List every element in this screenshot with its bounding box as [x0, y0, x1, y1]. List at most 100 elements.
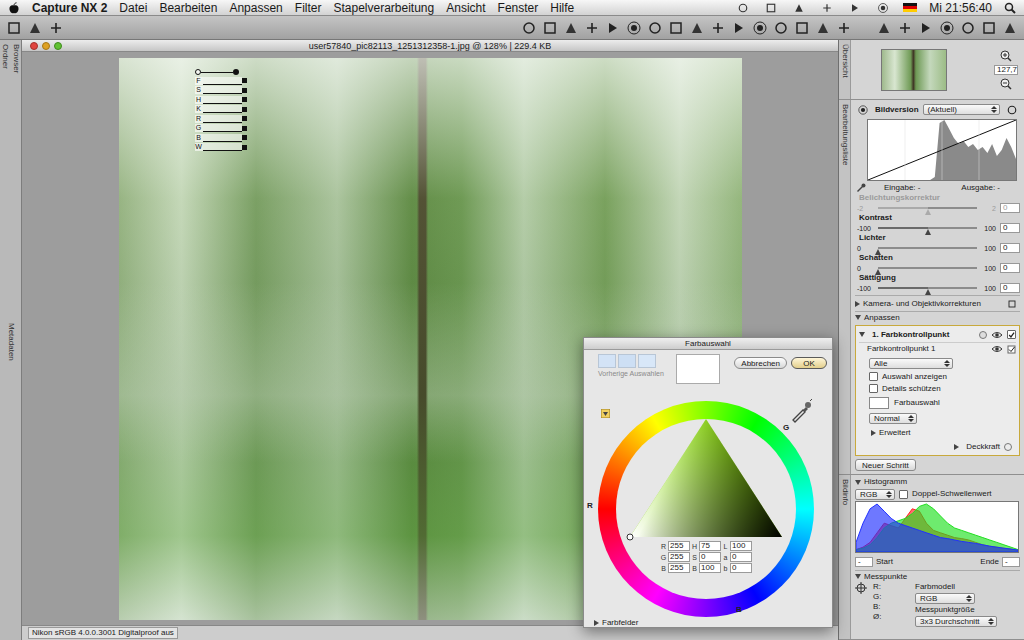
histogram-header[interactable]: Histogramm	[855, 476, 1020, 488]
color-value-field[interactable]: 255	[668, 563, 690, 573]
neutral-point-icon[interactable]	[731, 20, 747, 36]
color-control-point[interactable]: FSHKRGBW	[195, 68, 247, 152]
eraser-icon[interactable]	[1002, 20, 1018, 36]
color-value-field[interactable]: 255	[668, 541, 690, 551]
mode-dropdown[interactable]: Alle	[869, 358, 953, 369]
zoom-field[interactable]: 127,7	[994, 65, 1018, 75]
apple-icon[interactable]	[8, 2, 20, 14]
color-value-field[interactable]: 255	[668, 552, 690, 562]
white-point-icon[interactable]	[710, 20, 726, 36]
retouch-icon[interactable]	[794, 20, 810, 36]
menu-item[interactable]: Bearbeiten	[159, 1, 217, 15]
double-threshold-label[interactable]: Doppel-Schwellenwert	[912, 489, 992, 499]
marquee-icon[interactable]	[939, 20, 955, 36]
slider-value-field[interactable]: 0	[1000, 243, 1020, 253]
control-point-slider[interactable]: H	[195, 95, 247, 105]
slider-value-field[interactable]: 0	[1000, 263, 1020, 273]
end-field[interactable]: -	[1002, 557, 1020, 567]
black-point-icon[interactable]	[689, 20, 705, 36]
slider-track[interactable]	[878, 263, 977, 273]
adjust-section-header[interactable]: Anpassen	[855, 311, 1020, 323]
slider-handle[interactable]	[242, 116, 247, 121]
minimize-button[interactable]	[42, 42, 50, 50]
crop-icon[interactable]	[626, 20, 642, 36]
control-point-slider[interactable]: F	[195, 76, 247, 86]
slider-value-field[interactable]: 0	[1000, 223, 1020, 233]
zoom-icon[interactable]	[563, 20, 579, 36]
slider-handle[interactable]	[242, 145, 247, 150]
clock[interactable]: Mi 21:56:40	[929, 1, 992, 15]
slider-thumb[interactable]	[925, 229, 931, 235]
menu-item[interactable]: Ansicht	[446, 1, 485, 15]
lasso-icon[interactable]	[918, 20, 934, 36]
color-value-field[interactable]: 0	[699, 552, 721, 562]
checkbox[interactable]	[869, 372, 878, 381]
close-button[interactable]	[30, 42, 38, 50]
slider-handle[interactable]	[242, 88, 247, 93]
control-point-slider[interactable]: G	[195, 124, 247, 134]
menu-item[interactable]: Filter	[295, 1, 322, 15]
workspace-icon[interactable]	[6, 20, 22, 36]
curve-eyedropper-icon[interactable]	[855, 182, 866, 193]
step-visibility-icon[interactable]	[991, 330, 1003, 340]
size-dropdown[interactable]: 3x3 Durchschnitt	[915, 616, 997, 627]
control-point-slider[interactable]: W	[195, 143, 247, 153]
zoom-out-icon[interactable]	[1000, 78, 1012, 90]
slider-handle[interactable]	[242, 135, 247, 140]
panel-tab[interactable]: Übersicht	[840, 44, 850, 99]
side-tab[interactable]: Ordner	[0, 44, 10, 69]
control-point-item[interactable]: Farbkontrollpunkt 1	[867, 344, 935, 354]
auto-retouch-icon[interactable]	[815, 20, 831, 36]
opacity-icon[interactable]	[1004, 443, 1012, 451]
panel-tab[interactable]: Bildinfo	[840, 479, 850, 639]
version-dropdown[interactable]: (Aktuell)	[923, 104, 1000, 115]
slider-handle[interactable]	[242, 107, 247, 112]
size-handle[interactable]	[233, 69, 239, 75]
menu-item[interactable]: Datei	[119, 1, 147, 15]
previous-color-swatch[interactable]	[638, 354, 656, 368]
color-value-field[interactable]: 75	[699, 541, 721, 551]
direct-select-icon[interactable]	[521, 20, 537, 36]
item-checkbox-icon[interactable]	[1007, 345, 1016, 354]
version-icon[interactable]	[857, 104, 868, 115]
brush-remove-icon[interactable]	[897, 20, 913, 36]
curves-editor[interactable]	[867, 119, 1017, 181]
model-dropdown[interactable]: RGB	[915, 593, 975, 604]
menu-item[interactable]: Hilfe	[550, 1, 574, 15]
control-point-slider[interactable]: B	[195, 133, 247, 143]
color-value-field[interactable]: 0	[730, 563, 752, 573]
app-menu[interactable]: Capture NX 2	[32, 1, 107, 15]
measure-point-icon[interactable]	[855, 582, 867, 594]
selection-icon[interactable]	[836, 20, 852, 36]
zoom-button[interactable]	[54, 42, 62, 50]
slider-value-field[interactable]: 0	[1000, 283, 1020, 293]
disclosure-triangle[interactable]	[855, 301, 860, 307]
color-value-field[interactable]: 0	[730, 552, 752, 562]
step-title[interactable]: 1. Farbkontrollpunkt	[872, 330, 949, 340]
start-field[interactable]: -	[855, 557, 873, 567]
previous-color-swatch[interactable]	[598, 354, 616, 368]
measure-header[interactable]: Messpunkte	[855, 570, 1020, 582]
option-label[interactable]: Details schützen	[882, 384, 941, 394]
menu-item[interactable]: Stapelverarbeitung	[333, 1, 434, 15]
brush-add-icon[interactable]	[876, 20, 892, 36]
slider-thumb[interactable]	[875, 249, 881, 255]
slider-handle[interactable]	[242, 97, 247, 102]
screen-icon[interactable]	[793, 2, 805, 14]
control-point-icon[interactable]	[668, 20, 684, 36]
rotate-icon[interactable]	[584, 20, 600, 36]
checkbox[interactable]	[869, 384, 878, 393]
slider-handle[interactable]	[242, 78, 247, 83]
wifi-icon[interactable]	[849, 2, 861, 14]
control-point-slider[interactable]: S	[195, 86, 247, 96]
side-tab[interactable]: Metadaten	[6, 323, 16, 361]
slider-track[interactable]	[878, 243, 977, 253]
bluetooth-icon[interactable]	[821, 2, 833, 14]
option-label[interactable]: Auswahl anzeigen	[882, 372, 947, 382]
checkbox[interactable]	[899, 490, 908, 499]
german-flag-icon[interactable]	[903, 2, 917, 13]
disclosure-triangle[interactable]	[855, 480, 861, 485]
fill-icon[interactable]	[960, 20, 976, 36]
eyedropper-icon[interactable]	[790, 399, 814, 423]
disclosure-triangle[interactable]	[855, 315, 861, 320]
